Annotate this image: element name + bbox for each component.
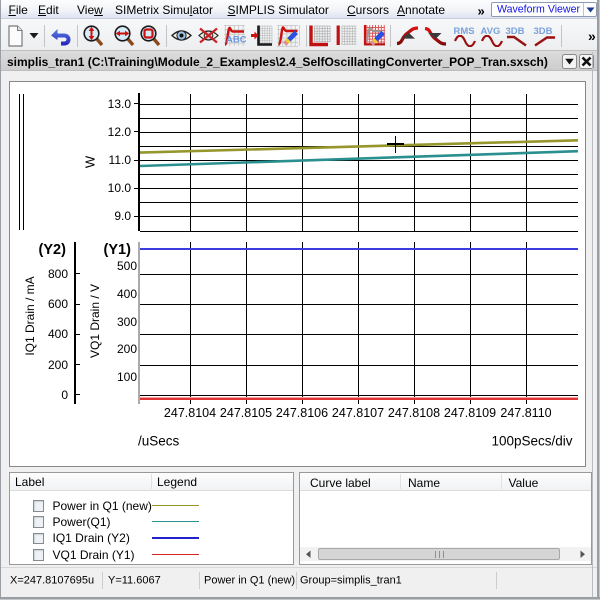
svg-text:ABC: ABC bbox=[226, 35, 246, 46]
